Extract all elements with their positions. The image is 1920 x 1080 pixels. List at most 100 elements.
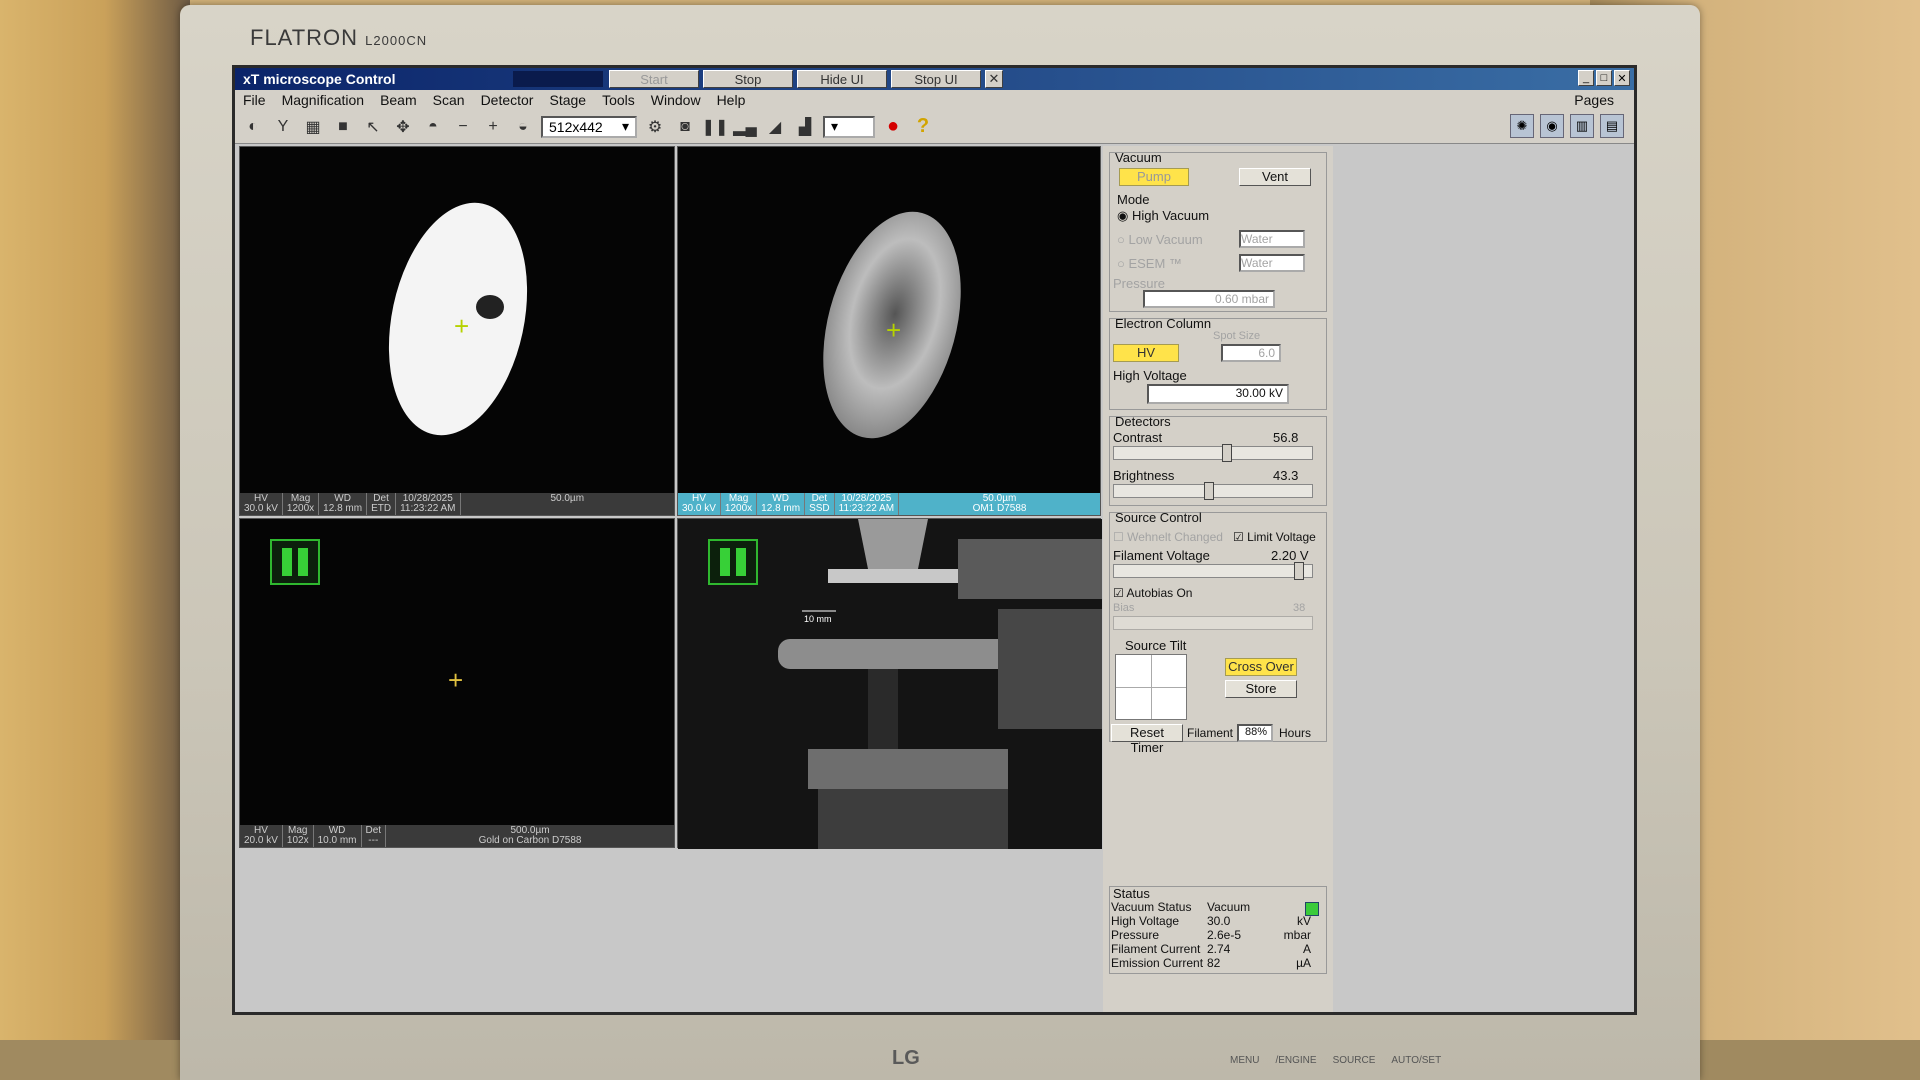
filament-voltage-thumb[interactable] [1294, 562, 1304, 580]
esem-gas-select[interactable]: Water [1239, 254, 1305, 272]
resolution-select[interactable]: 512x442 ▾ [541, 115, 637, 138]
processing-page-icon[interactable]: ▥ [1570, 114, 1594, 138]
quad-3-databar: HV 20.0 kV Mag 102x WD 10.0 mm Det --- 500.0… [240, 825, 674, 847]
autobias-checkbox[interactable]: ☑ Autobias On [1113, 586, 1192, 600]
bias-value: 38 [1293, 602, 1306, 614]
close-ui-button[interactable]: ✕ [985, 70, 1003, 88]
menu-magnification[interactable]: Magnification [282, 92, 365, 108]
pressure-value: 0.60 [1214, 292, 1239, 306]
filament-voltage-label: Filament Voltage [1113, 548, 1210, 563]
reset-timer-button[interactable]: Reset Timer [1111, 724, 1183, 755]
scale-label: 10 mm [804, 614, 832, 624]
vent-button[interactable]: Vent [1239, 168, 1311, 186]
blank-select[interactable]: ▾ [823, 115, 875, 138]
quad-2[interactable]: + HV 30.0 kV Mag 1200x WD 12.8 mm Det SSD 10… [677, 146, 1101, 516]
pump-button[interactable]: Pump [1119, 168, 1189, 186]
pause-icon[interactable]: ❚❚ [702, 115, 729, 139]
autofocus-icon[interactable]: ⚙ [643, 115, 667, 139]
filament-label: Filament [1187, 726, 1234, 740]
navigation-page-icon[interactable]: ◉ [1540, 114, 1564, 138]
zoom-in-icon[interactable]: + [481, 115, 505, 139]
monitor-source-button[interactable]: SOURCE [1333, 1055, 1376, 1066]
alignment-page-icon[interactable]: ▤ [1600, 114, 1624, 138]
limit-voltage-checkbox[interactable]: ☑ Limit Voltage [1233, 530, 1316, 544]
window-controls: _ □ ✕ [1578, 70, 1630, 86]
mag-cell: Mag 1200x [721, 493, 758, 515]
paused-icon [270, 539, 320, 585]
stop-ui-button[interactable]: Stop UI [891, 70, 981, 88]
mode-low-vacuum[interactable]: ○ Low Vacuum [1117, 232, 1203, 247]
contrast-icon[interactable]: ◐ [241, 115, 265, 139]
menu-help[interactable]: Help [717, 92, 746, 108]
contrast-slider-thumb[interactable] [1222, 444, 1232, 462]
status-row-high-voltage: High Voltage 30.0 kV [1111, 914, 1311, 928]
ramp-steps-icon[interactable]: ▟ [793, 115, 817, 139]
hide-ui-button[interactable]: Hide UI [797, 70, 887, 88]
histogram-icon[interactable]: ▂▄ [733, 115, 757, 139]
maximize-button[interactable]: □ [1596, 70, 1612, 86]
monitor-autoset-button[interactable]: AUTO/SET [1391, 1055, 1441, 1066]
quad-3[interactable]: + HV 20.0 kV Mag 102x WD 10.0 mm Det --- 500… [239, 518, 675, 848]
stage-icon[interactable]: ✥ [391, 115, 415, 139]
menu-detector[interactable]: Detector [481, 92, 534, 108]
fullframe-icon[interactable]: ■ [331, 115, 355, 139]
pointer-icon[interactable]: ↖ [361, 115, 385, 139]
quad-4[interactable]: 10 mm [677, 518, 1102, 849]
det-cell: Det --- [362, 825, 387, 847]
help-icon[interactable]: ? [911, 115, 935, 139]
high-voltage-field[interactable]: 30.00 kV [1147, 384, 1289, 404]
paused-icon [708, 539, 758, 585]
bias-slider[interactable] [1113, 616, 1313, 630]
mode-high-vacuum[interactable]: ◉ High Vacuum [1117, 208, 1209, 224]
camera-icon[interactable]: ◙ [673, 115, 697, 139]
low-vacuum-gas-select[interactable]: Water [1239, 230, 1305, 248]
wehnelt-checkbox[interactable]: ☐ Wehnelt Changed [1113, 530, 1223, 544]
close-button[interactable]: ✕ [1614, 70, 1630, 86]
wd-cell: WD 12.8 mm [319, 493, 368, 515]
menu-tools[interactable]: Tools [602, 92, 635, 108]
vacuum-title: Vacuum [1115, 150, 1162, 165]
menu-window[interactable]: Window [651, 92, 701, 108]
start-button[interactable]: Start [609, 70, 699, 88]
brightness-slider-thumb[interactable] [1204, 482, 1214, 500]
menu-stage[interactable]: Stage [549, 92, 586, 108]
slow-scan-icon[interactable]: ◓ [421, 115, 445, 139]
spot-size-field[interactable]: 6.0 [1221, 344, 1281, 362]
fast-scan-icon[interactable]: ◒ [511, 115, 535, 139]
menu-scan[interactable]: Scan [433, 92, 465, 108]
mode-esem[interactable]: ○ ESEM ™ [1117, 256, 1182, 271]
monitor-buttons: MENU /ENGINE SOURCE AUTO/SET [1230, 1055, 1441, 1066]
contrast-slider[interactable] [1113, 444, 1313, 462]
record-icon[interactable]: ● [881, 115, 905, 139]
brightness-slider[interactable] [1113, 482, 1313, 500]
source-tilt-pad[interactable] [1115, 654, 1187, 720]
beam-icon[interactable]: Y [271, 115, 295, 139]
status-row-emission-current: Emission Current 82 µA [1111, 956, 1311, 970]
autobias-label: Autobias On [1126, 586, 1193, 600]
monitor-brand: FLATRON L2000CN [250, 25, 427, 51]
crosshair-icon: + [886, 315, 902, 345]
status-row-filament-current: Filament Current 2.74 A [1111, 942, 1311, 956]
low-vacuum-label: Low Vacuum [1128, 232, 1203, 247]
room-wall-left [0, 0, 190, 1080]
filament-voltage-slider[interactable] [1113, 562, 1313, 580]
cross-over-button[interactable]: Cross Over [1225, 658, 1297, 676]
pressure-field[interactable]: 0.60 mbar [1143, 290, 1275, 308]
quad-1[interactable]: + HV 30.0 kV Mag 1200x WD 12.8 mm Det ETD 10… [239, 146, 675, 516]
image-icon[interactable]: ▦ [301, 115, 325, 139]
stop-button[interactable]: Stop [703, 70, 793, 88]
wd-cell: WD 12.8 mm [757, 493, 806, 515]
beam-page-icon[interactable]: ✺ [1510, 114, 1534, 138]
monitor-menu-button[interactable]: MENU [1230, 1055, 1259, 1066]
hv-button[interactable]: HV [1113, 344, 1179, 362]
menu-file[interactable]: File [243, 92, 266, 108]
store-button[interactable]: Store [1225, 680, 1297, 698]
chevron-down-icon: ▾ [831, 118, 839, 134]
monitor-engine-button[interactable]: /ENGINE [1275, 1055, 1316, 1066]
mag-cell: Mag 1200x [283, 493, 320, 515]
menu-beam[interactable]: Beam [380, 92, 417, 108]
menu-pages[interactable]: Pages [1574, 92, 1614, 108]
minimize-button[interactable]: _ [1578, 70, 1594, 86]
ramp-icon[interactable]: ◢ [763, 115, 787, 139]
zoom-out-icon[interactable]: − [451, 115, 475, 139]
